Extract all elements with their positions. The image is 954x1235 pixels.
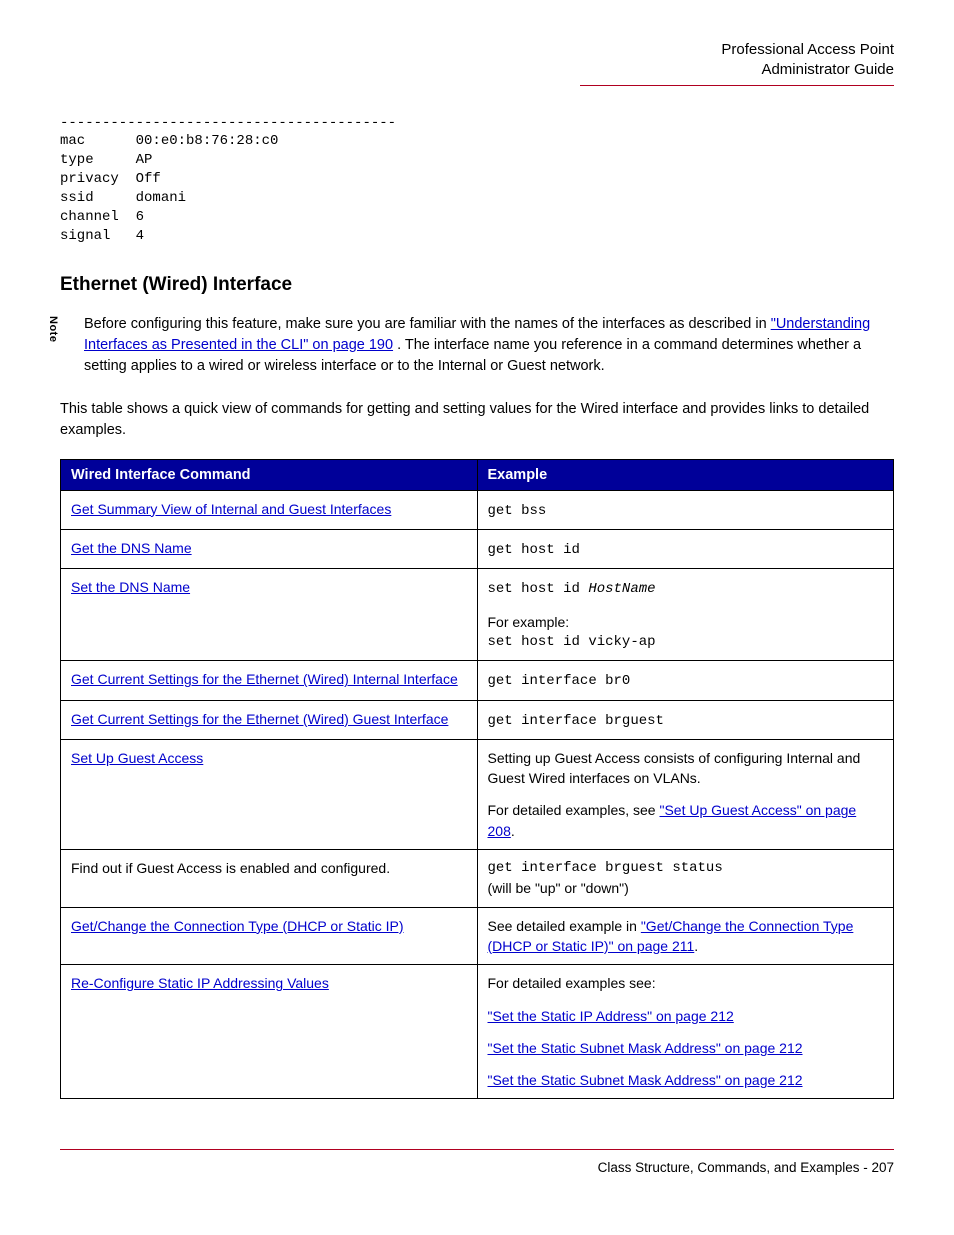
note-block: Note Before configuring this feature, ma… <box>60 314 894 377</box>
example-sub: (will be "up" or "down") <box>488 878 884 898</box>
table-row: Re-Configure Static IP Addressing Values… <box>61 965 894 1099</box>
example-code: get interface br0 <box>488 673 631 689</box>
cmd-link[interactable]: Get Current Settings for the Ethernet (W… <box>71 671 458 687</box>
note-text-pre: Before configuring this feature, make su… <box>84 316 771 332</box>
example-code-param: HostName <box>588 581 655 597</box>
intro-text: This table shows a quick view of command… <box>60 399 894 441</box>
example-code: get interface brguest status <box>488 858 884 878</box>
example-text: Setting up Guest Access consists of conf… <box>488 748 884 789</box>
cmd-link[interactable]: Get Summary View of Internal and Guest I… <box>71 501 391 517</box>
example-label: For example: <box>488 612 884 632</box>
example-link[interactable]: "Set the Static IP Address" on page 212 <box>488 1008 734 1024</box>
example-code: set host id vicky-ap <box>488 632 884 652</box>
table-row: Get Current Settings for the Ethernet (W… <box>61 661 894 700</box>
table-header-example: Example <box>477 459 894 490</box>
example-detail-pre: For detailed examples, see <box>488 802 660 818</box>
cmd-link[interactable]: Get the DNS Name <box>71 540 192 556</box>
example-link[interactable]: "Set the Static Subnet Mask Address" on … <box>488 1040 803 1056</box>
table-row: Get Current Settings for the Ethernet (W… <box>61 700 894 739</box>
header-line-2: Administrator Guide <box>580 60 894 80</box>
example-code: get bss <box>488 503 547 519</box>
example-code: get host id <box>488 542 580 558</box>
example-detail-post: . <box>511 823 515 839</box>
example-pre: See detailed example in <box>488 918 641 934</box>
example-code: get interface brguest <box>488 713 664 729</box>
cmd-link[interactable]: Get Current Settings for the Ethernet (W… <box>71 711 448 727</box>
table-row: Get/Change the Connection Type (DHCP or … <box>61 907 894 965</box>
table-row: Set Up Guest Access Setting up Guest Acc… <box>61 739 894 849</box>
example-intro: For detailed examples see: <box>488 973 884 993</box>
page-header: Professional Access Point Administrator … <box>580 40 894 86</box>
section-title: Ethernet (Wired) Interface <box>60 274 894 296</box>
header-line-1: Professional Access Point <box>580 40 894 60</box>
table-row: Get Summary View of Internal and Guest I… <box>61 490 894 529</box>
table-row: Set the DNS Name set host id HostName Fo… <box>61 569 894 661</box>
code-output: ----------------------------------------… <box>60 114 894 246</box>
cmd-link[interactable]: Set Up Guest Access <box>71 750 203 766</box>
table-header-command: Wired Interface Command <box>61 459 478 490</box>
example-code: set host id <box>488 581 589 597</box>
example-link[interactable]: "Set the Static Subnet Mask Address" on … <box>488 1072 803 1088</box>
page-footer: Class Structure, Commands, and Examples … <box>60 1149 894 1175</box>
example-post: . <box>694 938 698 954</box>
note-label: Note <box>44 316 60 342</box>
table-row: Get the DNS Name get host id <box>61 530 894 569</box>
cmd-link[interactable]: Get/Change the Connection Type (DHCP or … <box>71 918 404 934</box>
cmd-link[interactable]: Set the DNS Name <box>71 579 190 595</box>
cmd-text: Find out if Guest Access is enabled and … <box>71 860 390 876</box>
cmd-link[interactable]: Re-Configure Static IP Addressing Values <box>71 975 329 991</box>
commands-table: Wired Interface Command Example Get Summ… <box>60 459 894 1100</box>
table-row: Find out if Guest Access is enabled and … <box>61 850 894 908</box>
